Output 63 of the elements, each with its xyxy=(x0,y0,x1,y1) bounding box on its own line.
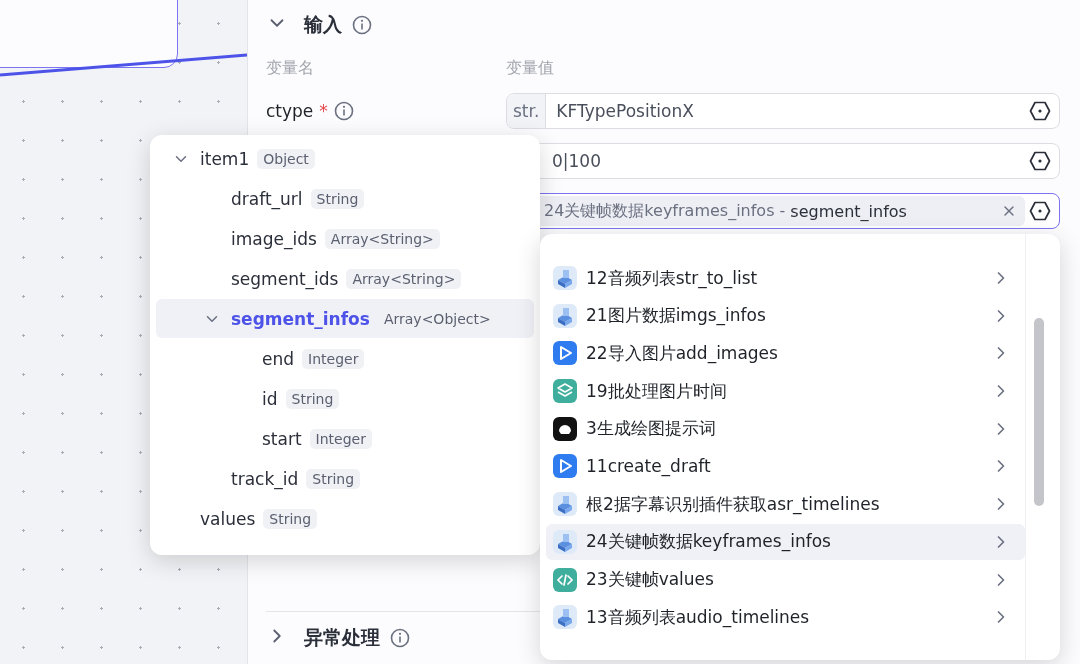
tree-item[interactable]: track_id String xyxy=(156,459,534,498)
field-name: start xyxy=(262,428,302,449)
menu-item[interactable]: 24关键帧数据keyframes_infos xyxy=(546,523,1025,560)
field-name: track_id xyxy=(231,468,299,489)
column-header: 变量名 xyxy=(266,57,315,79)
tree-item[interactable]: values String xyxy=(156,499,534,538)
param-name: ctype xyxy=(266,101,314,121)
type-tag: String xyxy=(263,508,318,529)
type-tag: Integer xyxy=(309,428,372,449)
info-icon[interactable] xyxy=(333,101,354,121)
plugin-icon xyxy=(552,604,578,631)
type-tag: String xyxy=(306,468,361,489)
type-prefix: str. xyxy=(507,94,547,128)
menu-item[interactable]: 23关键帧values xyxy=(546,561,1025,598)
field-name: draft_url xyxy=(231,188,303,209)
menu-item[interactable]: 根2据字幕识别插件获取asr_timelines xyxy=(546,486,1025,523)
section-title: 异常处理 xyxy=(304,625,380,650)
play-icon xyxy=(552,453,578,480)
tree-item[interactable]: id String xyxy=(156,379,534,418)
menu-item[interactable]: 19批处理图片时间 xyxy=(546,373,1025,410)
menu-item[interactable]: 21图片数据imgs_infos xyxy=(546,297,1025,334)
field-label: segment_infos xyxy=(790,201,907,221)
type-tag: Array<String> xyxy=(346,268,462,289)
field-name: end xyxy=(262,348,295,369)
plugin-icon xyxy=(552,265,578,291)
value-field[interactable]: str. KFTypePositionX xyxy=(506,93,1060,129)
code-icon xyxy=(552,566,578,593)
plugin-icon xyxy=(552,491,578,518)
type-tag: Object xyxy=(257,148,315,169)
bot-icon xyxy=(552,415,578,442)
tree-item[interactable]: segment_ids Array<String> xyxy=(156,259,534,298)
play-icon xyxy=(552,340,578,367)
tree-item[interactable]: end Integer xyxy=(156,339,534,378)
menu-item[interactable]: 11create_draft xyxy=(546,448,1025,485)
type-tag: String xyxy=(310,188,365,209)
menu-item[interactable]: 12音频列表str_to_list xyxy=(546,260,1025,296)
menu-item[interactable]: 22导入图片add_images xyxy=(546,335,1025,372)
field-name: segment_ids xyxy=(231,268,339,289)
variable-icon[interactable] xyxy=(1029,200,1051,222)
info-icon[interactable] xyxy=(352,15,372,35)
field-name: segment_infos xyxy=(231,308,370,329)
type-tag: String xyxy=(285,388,340,409)
section-title: 输入 xyxy=(304,12,342,37)
type-tag: Integer xyxy=(302,348,365,369)
field-name: id xyxy=(262,388,278,409)
tree-item[interactable]: segment_infos Array<Object> xyxy=(156,299,534,338)
required-mark: * xyxy=(319,101,328,121)
variable-icon[interactable] xyxy=(1029,150,1051,172)
column-header: 变量值 xyxy=(506,57,554,79)
field-name: item1 xyxy=(200,148,250,169)
field-name: values xyxy=(200,508,256,529)
tree-item[interactable]: start Integer xyxy=(156,419,534,458)
plugin-icon xyxy=(552,528,578,555)
plugin-icon xyxy=(552,302,578,329)
field-name: image_ids xyxy=(231,228,317,249)
type-tag: Array<String> xyxy=(324,228,440,249)
info-icon[interactable] xyxy=(390,628,410,648)
menu-item[interactable]: 3生成绘图提示词 xyxy=(546,410,1025,447)
layers-icon xyxy=(552,378,578,405)
menu-item[interactable]: 13音频列表audio_timelines xyxy=(546,599,1025,636)
scrollbar-thumb[interactable] xyxy=(1034,318,1044,506)
source-label: 24关键帧数据keyframes_infos - xyxy=(544,200,786,222)
variable-icon[interactable] xyxy=(1029,100,1051,122)
